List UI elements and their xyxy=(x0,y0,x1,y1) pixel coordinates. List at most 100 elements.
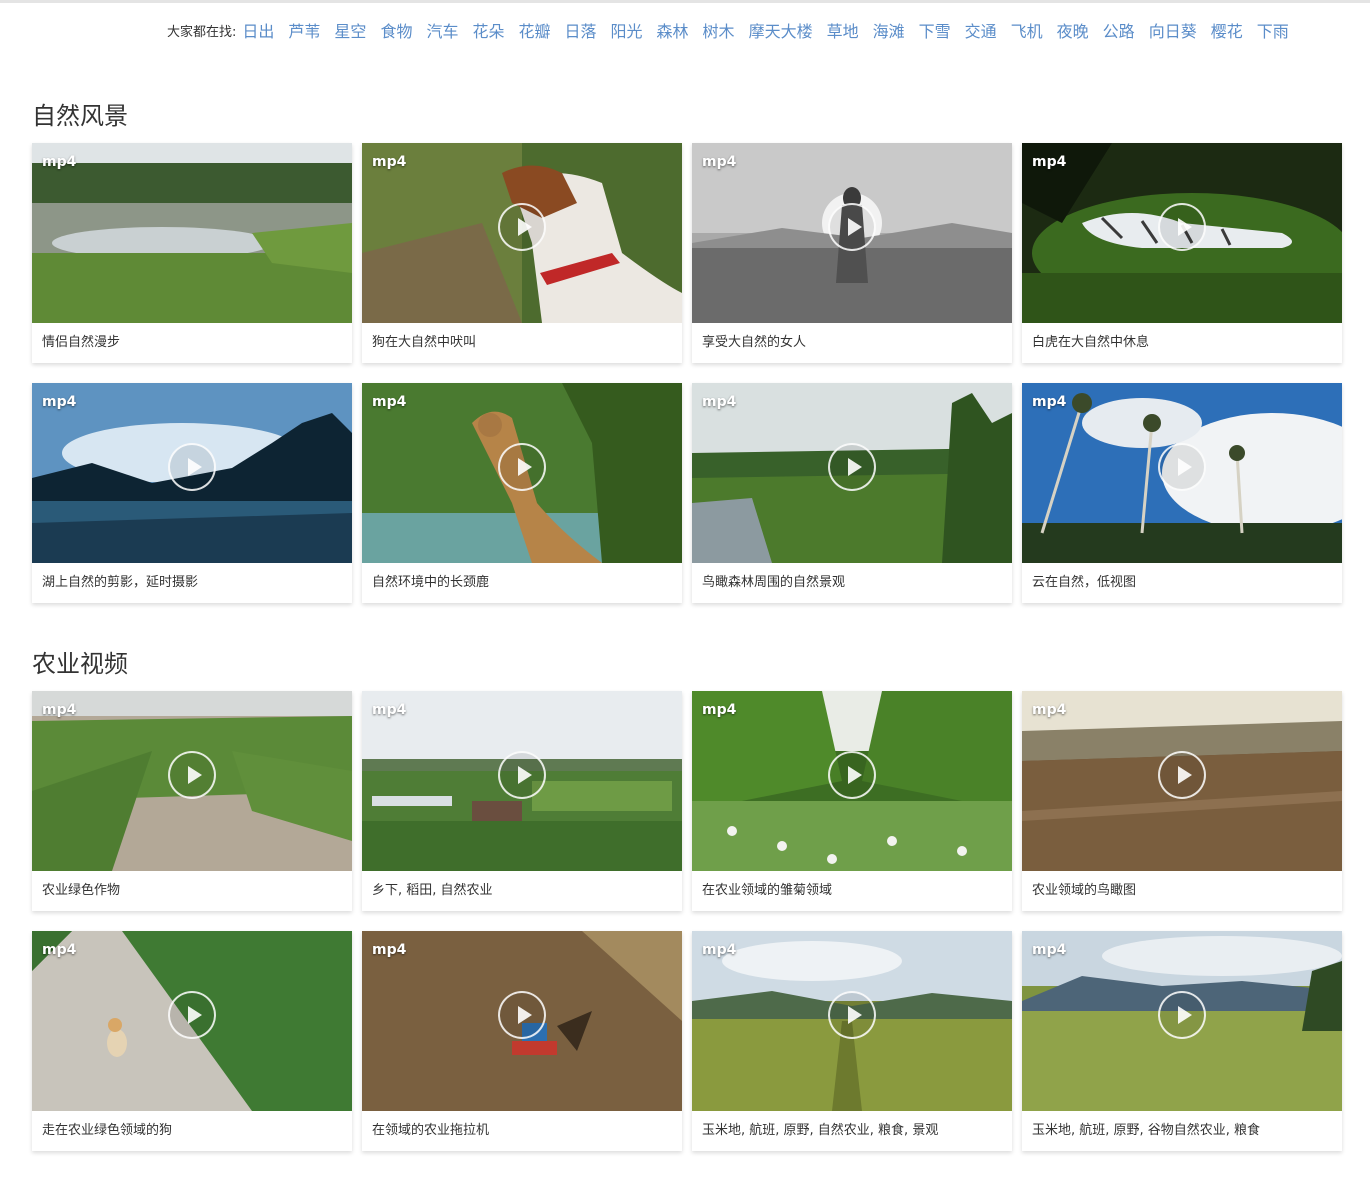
section-title-nature: 自然风景 xyxy=(32,102,128,130)
format-badge: mp4 xyxy=(702,942,737,958)
search-tag[interactable]: 海滩 xyxy=(873,18,905,42)
video-caption: 自然环境中的长颈鹿 xyxy=(372,575,490,590)
video-card[interactable]: mp4 农业领域的鸟瞰图 xyxy=(1022,691,1342,911)
video-caption: 玉米地, 航班, 原野, 自然农业, 粮食, 景观 xyxy=(702,1123,939,1138)
format-badge: mp4 xyxy=(702,702,737,718)
video-caption: 情侣自然漫步 xyxy=(42,335,121,350)
video-grid-nature: mp4 情侣自然漫步 mp4 狗在大自然中吠叫 mp4 享受大自然的女人 mp4… xyxy=(32,143,1342,603)
play-icon[interactable] xyxy=(1158,991,1206,1039)
format-badge: mp4 xyxy=(372,942,407,958)
play-icon[interactable] xyxy=(168,991,216,1039)
video-card[interactable]: mp4 在领域的农业拖拉机 xyxy=(362,931,682,1151)
video-caption: 享受大自然的女人 xyxy=(702,335,807,350)
video-thumbnail: mp4 xyxy=(692,691,1012,871)
top-border xyxy=(0,0,1370,3)
search-tag[interactable]: 下雨 xyxy=(1257,18,1289,42)
format-badge: mp4 xyxy=(1032,702,1067,718)
search-tag[interactable]: 摩天大楼 xyxy=(749,18,813,42)
video-thumbnail: mp4 xyxy=(32,383,352,563)
play-icon[interactable] xyxy=(498,751,546,799)
video-card[interactable]: mp4 走在农业绿色领域的狗 xyxy=(32,931,352,1151)
video-thumbnail: mp4 xyxy=(32,691,352,871)
popular-searches-bar: 大家都在找: 日出 芦苇 星空 食物 汽车 花朵 花瓣 日落 阳光 森林 树木 … xyxy=(167,18,1303,42)
video-card[interactable]: mp4 享受大自然的女人 xyxy=(692,143,1012,363)
format-badge: mp4 xyxy=(372,154,407,170)
search-tag[interactable]: 下雪 xyxy=(919,18,951,42)
format-badge: mp4 xyxy=(1032,942,1067,958)
play-icon[interactable] xyxy=(498,203,546,251)
video-caption: 乡下, 稻田, 自然农业 xyxy=(372,883,493,898)
video-card[interactable]: mp4 鸟瞰森林周围的自然景观 xyxy=(692,383,1012,603)
video-card[interactable]: mp4 玉米地, 航班, 原野, 自然农业, 粮食, 景观 xyxy=(692,931,1012,1151)
video-caption: 农业领域的鸟瞰图 xyxy=(1032,883,1137,898)
search-tag[interactable]: 夜晚 xyxy=(1057,18,1089,42)
play-icon[interactable] xyxy=(1158,203,1206,251)
video-thumbnail: mp4 xyxy=(1022,143,1342,323)
search-tag[interactable]: 星空 xyxy=(334,18,366,42)
video-caption: 狗在大自然中吠叫 xyxy=(372,335,477,350)
video-card[interactable]: mp4 玉米地, 航班, 原野, 谷物自然农业, 粮食 xyxy=(1022,931,1342,1151)
search-tag[interactable]: 日落 xyxy=(565,18,597,42)
format-badge: mp4 xyxy=(1032,394,1067,410)
video-card[interactable]: mp4 湖上自然的剪影，延时摄影 xyxy=(32,383,352,603)
format-badge: mp4 xyxy=(372,394,407,410)
video-caption: 农业绿色作物 xyxy=(42,883,121,898)
video-thumbnail: mp4 xyxy=(1022,691,1342,871)
video-thumbnail: mp4 xyxy=(32,931,352,1111)
play-icon[interactable] xyxy=(828,203,876,251)
search-tag[interactable]: 芦苇 xyxy=(288,18,320,42)
video-card[interactable]: mp4 在农业领域的雏菊领域 xyxy=(692,691,1012,911)
video-card[interactable]: mp4 云在自然，低视图 xyxy=(1022,383,1342,603)
play-icon[interactable] xyxy=(828,751,876,799)
section-title-agriculture: 农业视频 xyxy=(32,650,128,678)
search-tag[interactable]: 公路 xyxy=(1103,18,1135,42)
format-badge: mp4 xyxy=(372,702,407,718)
video-card[interactable]: mp4 农业绿色作物 xyxy=(32,691,352,911)
video-caption: 走在农业绿色领域的狗 xyxy=(42,1123,173,1138)
search-tag[interactable]: 食物 xyxy=(380,18,412,42)
search-tag[interactable]: 树木 xyxy=(703,18,735,42)
search-tag[interactable]: 向日葵 xyxy=(1149,18,1197,42)
format-badge: mp4 xyxy=(1032,154,1067,170)
search-tag[interactable]: 花瓣 xyxy=(518,18,550,42)
play-icon[interactable] xyxy=(168,751,216,799)
video-thumbnail: mp4 xyxy=(1022,383,1342,563)
video-card[interactable]: mp4 情侣自然漫步 xyxy=(32,143,352,363)
search-tag[interactable]: 森林 xyxy=(657,18,689,42)
video-card[interactable]: mp4 狗在大自然中吠叫 xyxy=(362,143,682,363)
format-badge: mp4 xyxy=(702,394,737,410)
play-icon[interactable] xyxy=(828,443,876,491)
format-badge: mp4 xyxy=(42,702,77,718)
search-tag[interactable]: 阳光 xyxy=(611,18,643,42)
video-thumbnail: mp4 xyxy=(362,931,682,1111)
search-tag[interactable]: 飞机 xyxy=(1011,18,1043,42)
video-thumbnail: mp4 xyxy=(32,143,352,323)
video-card[interactable]: mp4 白虎在大自然中休息 xyxy=(1022,143,1342,363)
video-thumbnail: mp4 xyxy=(362,383,682,563)
video-thumbnail: mp4 xyxy=(362,691,682,871)
search-tag[interactable]: 草地 xyxy=(827,18,859,42)
play-icon[interactable] xyxy=(1158,443,1206,491)
format-badge: mp4 xyxy=(42,942,77,958)
video-caption: 云在自然，低视图 xyxy=(1032,575,1137,590)
search-tag[interactable]: 汽车 xyxy=(426,18,458,42)
video-thumbnail: mp4 xyxy=(362,143,682,323)
video-grid-agriculture: mp4 农业绿色作物 mp4 乡下, 稻田, 自然农业 mp4 在农业领域的雏菊… xyxy=(32,691,1342,1151)
video-thumbnail: mp4 xyxy=(692,143,1012,323)
video-thumbnail: mp4 xyxy=(1022,931,1342,1111)
video-caption: 在领域的农业拖拉机 xyxy=(372,1123,490,1138)
format-badge: mp4 xyxy=(702,154,737,170)
search-tag[interactable]: 樱花 xyxy=(1211,18,1243,42)
search-tag[interactable]: 花朵 xyxy=(472,18,504,42)
search-tag[interactable]: 日出 xyxy=(242,18,274,42)
play-icon[interactable] xyxy=(168,443,216,491)
play-icon[interactable] xyxy=(828,991,876,1039)
play-icon[interactable] xyxy=(498,443,546,491)
video-card[interactable]: mp4 乡下, 稻田, 自然农业 xyxy=(362,691,682,911)
play-icon[interactable] xyxy=(1158,751,1206,799)
video-card[interactable]: mp4 自然环境中的长颈鹿 xyxy=(362,383,682,603)
play-icon[interactable] xyxy=(498,991,546,1039)
video-caption: 玉米地, 航班, 原野, 谷物自然农业, 粮食 xyxy=(1032,1123,1261,1138)
video-caption: 在农业领域的雏菊领域 xyxy=(702,883,833,898)
search-tag[interactable]: 交通 xyxy=(965,18,997,42)
